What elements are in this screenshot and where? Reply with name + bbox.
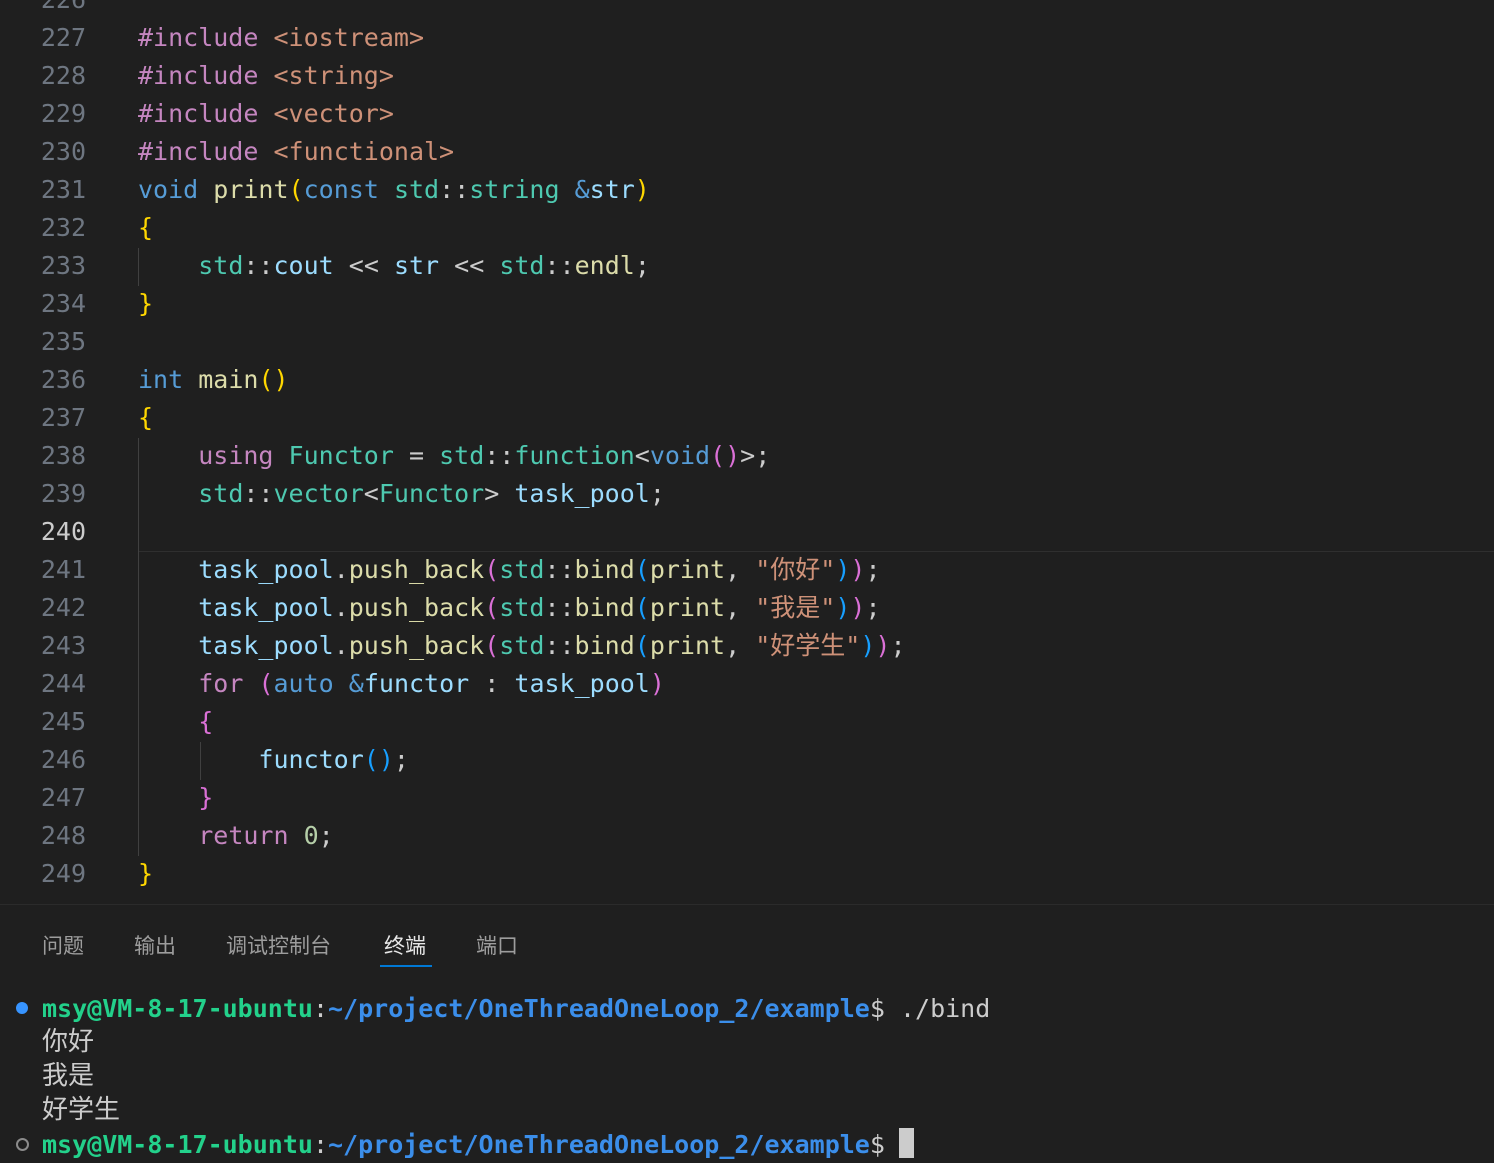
command-pending-icon[interactable]	[16, 1138, 29, 1151]
line-number[interactable]: 230	[0, 133, 86, 171]
code-line[interactable]: 238 using Functor = std::function<void()…	[0, 437, 1494, 475]
prompt-dollar: $	[869, 1130, 885, 1159]
line-code[interactable]: int main()	[138, 361, 289, 399]
code-line[interactable]: 236 int main()	[0, 361, 1494, 399]
code-line[interactable]: 227 #include <iostream>	[0, 19, 1494, 57]
command-success-icon[interactable]	[16, 1002, 28, 1014]
code-line[interactable]: 233 std::cout << str << std::endl;	[0, 247, 1494, 285]
line-number[interactable]: 232	[0, 209, 86, 247]
line-number[interactable]: 243	[0, 627, 86, 665]
line-number[interactable]: 240	[0, 513, 86, 551]
line-number[interactable]: 248	[0, 817, 86, 855]
code-line[interactable]: 231 void print(const std::string &str)	[0, 171, 1494, 209]
code-line[interactable]: 249}	[0, 855, 1494, 893]
tab-debug-console[interactable]: 调试控制台	[226, 929, 331, 963]
prompt-path: ~/project/OneThreadOneLoop_2/example	[328, 994, 870, 1023]
line-code[interactable]: task_pool.push_back(std::bind(print, "好学…	[138, 627, 905, 665]
code-line[interactable]: 234}	[0, 285, 1494, 323]
code-line[interactable]: 232 {	[0, 209, 1494, 247]
line-number[interactable]: 237	[0, 399, 86, 437]
tab-ports[interactable]: 端口	[476, 929, 518, 963]
prompt-user: msy@VM-8-17-ubuntu	[42, 994, 313, 1023]
line-number[interactable]: 247	[0, 779, 86, 817]
terminal-prompt-line[interactable]: msy@VM-8-17-ubuntu:~/project/OneThreadOn…	[42, 1128, 914, 1162]
indent-guide	[138, 438, 139, 856]
line-number[interactable]: 242	[0, 589, 86, 627]
line-code[interactable]: #include <string>	[138, 57, 394, 95]
line-code[interactable]: using Functor = std::function<void()>;	[138, 437, 770, 475]
line-code[interactable]: {	[138, 399, 153, 437]
code-line[interactable]: 226	[0, 0, 1494, 19]
line-code[interactable]: return 0;	[138, 817, 334, 855]
line-number[interactable]: 235	[0, 323, 86, 361]
line-code[interactable]: #include <functional>	[138, 133, 454, 171]
line-number[interactable]: 233	[0, 247, 86, 285]
code-line[interactable]: 237 {	[0, 399, 1494, 437]
terminal-output-line: 我是	[42, 1061, 95, 1091]
line-number[interactable]: 249	[0, 855, 86, 893]
tab-terminal[interactable]: 终端	[384, 929, 426, 963]
line-code[interactable]: void print(const std::string &str)	[138, 171, 650, 209]
terminal-output-line: 好学生	[42, 1095, 121, 1125]
line-number[interactable]: 245	[0, 703, 86, 741]
code-line[interactable]: 242 task_pool.push_back(std::bind(print,…	[0, 589, 1494, 627]
line-number[interactable]: 227	[0, 19, 86, 57]
line-number[interactable]: 226	[0, 0, 86, 19]
code-line[interactable]: 243 task_pool.push_back(std::bind(print,…	[0, 627, 1494, 665]
code-line[interactable]: 245 {	[0, 703, 1494, 741]
line-number[interactable]: 229	[0, 95, 86, 133]
line-code[interactable]: {	[138, 703, 213, 741]
indent-guide	[200, 742, 201, 780]
line-code[interactable]: std::vector<Functor> task_pool;	[138, 475, 665, 513]
line-number[interactable]: 239	[0, 475, 86, 513]
active-tab-indicator	[380, 965, 432, 967]
tab-output[interactable]: 输出	[134, 929, 176, 963]
terminal-command: ./bind	[884, 994, 991, 1023]
line-number[interactable]: 238	[0, 437, 86, 475]
line-number[interactable]: 236	[0, 361, 86, 399]
line-number[interactable]: 231	[0, 171, 86, 209]
code-line[interactable]: 228 #include <string>	[0, 57, 1494, 95]
line-code[interactable]: for (auto &functor : task_pool)	[138, 665, 665, 703]
tab-problems[interactable]: 问题	[42, 929, 84, 963]
code-line[interactable]: 246 functor();	[0, 741, 1494, 779]
line-number[interactable]: 246	[0, 741, 86, 779]
code-line[interactable]: 241 task_pool.push_back(std::bind(print,…	[0, 551, 1494, 589]
code-line[interactable]: 230 #include <functional>	[0, 133, 1494, 171]
line-code[interactable]: task_pool.push_back(std::bind(print, "我是…	[138, 589, 880, 627]
line-code[interactable]: }	[138, 855, 153, 893]
line-code[interactable]: {	[138, 209, 153, 247]
line-number[interactable]: 228	[0, 57, 86, 95]
terminal-cursor	[898, 1128, 914, 1158]
code-line[interactable]: 235	[0, 323, 1494, 361]
code-line[interactable]: 239 std::vector<Functor> task_pool;	[0, 475, 1494, 513]
prompt-dollar: $	[869, 994, 885, 1023]
prompt-separator: :	[312, 1130, 328, 1159]
bottom-panel: 问题 输出 调试控制台 终端 端口 msy@VM-8-17-ubuntu:~/p…	[0, 904, 1494, 1163]
prompt-separator: :	[312, 994, 328, 1023]
line-code[interactable]: }	[138, 285, 153, 323]
line-code[interactable]: #include <iostream>	[138, 19, 424, 57]
code-editor[interactable]: 226227 #include <iostream> 228 #include <st…	[0, 0, 1494, 904]
prompt-path: ~/project/OneThreadOneLoop_2/example	[328, 1130, 870, 1159]
code-line[interactable]: 247 }	[0, 779, 1494, 817]
code-line[interactable]: 229 #include <vector>	[0, 95, 1494, 133]
code-line[interactable]: 248 return 0;	[0, 817, 1494, 855]
terminal-output-line: 你好	[42, 1027, 95, 1057]
indent-guide	[138, 248, 139, 286]
line-number[interactable]: 234	[0, 285, 86, 323]
line-code[interactable]: std::cout << str << std::endl;	[138, 247, 650, 285]
line-code[interactable]: task_pool.push_back(std::bind(print, "你好…	[138, 551, 880, 589]
code-line[interactable]: 240	[0, 513, 1494, 551]
code-line[interactable]: 244 for (auto &functor : task_pool)	[0, 665, 1494, 703]
line-code[interactable]: #include <vector>	[138, 95, 394, 133]
prompt-user: msy@VM-8-17-ubuntu	[42, 1130, 313, 1159]
line-number[interactable]: 241	[0, 551, 86, 589]
terminal-prompt-line: msy@VM-8-17-ubuntu:~/project/OneThreadOn…	[42, 992, 990, 1026]
line-number[interactable]: 244	[0, 665, 86, 703]
line-code[interactable]: functor();	[138, 741, 409, 779]
line-code[interactable]: }	[138, 779, 213, 817]
